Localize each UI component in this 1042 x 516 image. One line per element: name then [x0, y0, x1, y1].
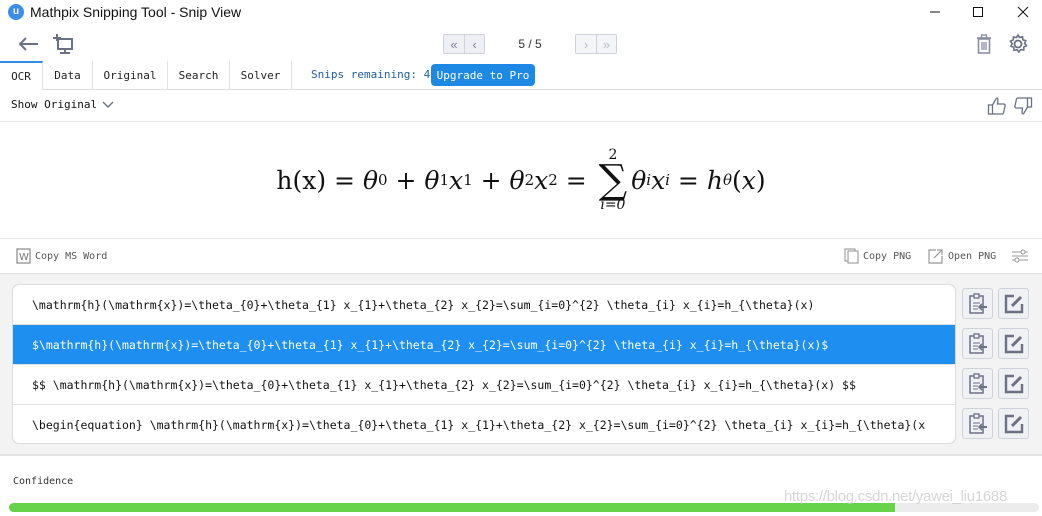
copy-latex-button[interactable] — [962, 368, 993, 399]
edit-icon — [1004, 294, 1023, 313]
tab-solver[interactable]: Solver — [230, 61, 292, 90]
sliders-icon — [1012, 249, 1028, 263]
show-original-label: Show Original — [11, 98, 98, 111]
page-indicator: 5 / 5 — [518, 37, 542, 51]
row-actions — [962, 288, 1029, 319]
copy-latex-button[interactable] — [962, 408, 993, 439]
edit-latex-button[interactable] — [998, 408, 1029, 439]
copy-latex-button[interactable] — [962, 288, 993, 319]
maximize-button[interactable] — [955, 0, 1001, 24]
upgrade-to-pro-button[interactable]: Upgrade to Pro — [431, 64, 535, 86]
latex-row-display[interactable]: $$ \mathrm{h}(\mathrm{x})=\theta_{0}+\th… — [13, 365, 955, 405]
clipboard-icon — [968, 372, 987, 394]
delete-button[interactable] — [974, 33, 994, 55]
word-doc-icon: W — [16, 248, 31, 264]
confidence-bar-fill — [9, 503, 895, 512]
copy-actions-bar: W Copy MS Word Copy PNG Open PNG — [0, 239, 1042, 273]
edit-icon — [1004, 414, 1023, 433]
theta-symbol: θ — [362, 165, 379, 195]
theta-symbol: θ — [509, 165, 525, 195]
chevron-down-icon — [102, 101, 114, 108]
trash-icon — [977, 34, 991, 54]
gear-icon — [1009, 34, 1028, 53]
theta-symbol: θ — [424, 165, 440, 195]
clipboard-icon — [968, 332, 987, 354]
new-snip-button[interactable] — [51, 32, 75, 56]
formula-lhs: h(x) = — [276, 165, 355, 195]
edit-latex-button[interactable] — [998, 288, 1029, 319]
edit-latex-button[interactable] — [998, 328, 1029, 359]
close-button[interactable] — [1000, 0, 1042, 24]
pager-back-group: « ‹ — [443, 34, 485, 54]
edit-icon — [1004, 374, 1023, 393]
latex-row-equation[interactable]: \begin{equation} \mathrm{h}(\mathrm{x})=… — [13, 405, 955, 443]
edit-latex-button[interactable] — [998, 368, 1029, 399]
back-button[interactable] — [16, 34, 40, 54]
minimize-icon — [930, 11, 940, 13]
settings-button[interactable] — [1006, 32, 1030, 56]
thumbs-down-icon — [1014, 97, 1033, 115]
window-title: Mathpix Snipping Tool - Snip View — [30, 4, 242, 20]
copy-ms-word-label: Copy MS Word — [35, 250, 108, 262]
minimize-button[interactable] — [912, 0, 958, 24]
clipboard-icon — [968, 412, 987, 434]
copy-png-button[interactable]: Copy PNG — [844, 248, 911, 264]
row-actions — [962, 368, 1029, 399]
copy-png-label: Copy PNG — [863, 250, 912, 262]
thumbs-up-button[interactable] — [987, 96, 1007, 121]
sum-lower-limit: i=0 — [600, 197, 626, 213]
external-link-icon — [928, 249, 943, 264]
screen-snip-icon — [53, 34, 73, 54]
next-snip-button[interactable]: › — [576, 35, 596, 53]
theta-symbol: θ — [722, 171, 732, 189]
mathpix-logo-icon: u — [8, 4, 24, 20]
snip-pager: « ‹ 5 / 5 › » — [443, 34, 617, 54]
row-actions — [962, 328, 1029, 359]
summation: 2 ∑ i=0 — [599, 148, 628, 212]
latex-row-inline[interactable]: $\mathrm{h}(\mathrm{x})=\theta_{0}+\thet… — [13, 325, 955, 365]
svg-text:W: W — [19, 252, 29, 263]
first-snip-button[interactable]: « — [444, 35, 464, 53]
show-original-toggle[interactable]: Show Original — [11, 98, 114, 111]
tab-data[interactable]: Data — [43, 61, 93, 90]
latex-format-list: \mathrm{h}(\mathrm{x})=\theta_{0}+\theta… — [12, 284, 956, 444]
sigma-symbol: ∑ — [598, 157, 628, 203]
pager-forward-group: › » — [575, 34, 617, 54]
theta-symbol: θ — [631, 165, 647, 195]
open-png-label: Open PNG — [948, 250, 997, 262]
row-actions — [962, 408, 1029, 439]
arrow-left-icon — [18, 37, 38, 51]
tab-ocr[interactable]: OCR — [0, 61, 43, 90]
previous-snip-button[interactable]: ‹ — [464, 35, 484, 53]
clipboard-icon — [968, 292, 987, 314]
close-icon — [1017, 6, 1029, 18]
edit-icon — [1004, 334, 1023, 353]
title-bar: u Mathpix Snipping Tool - Snip View — [0, 0, 1042, 24]
last-snip-button[interactable]: » — [596, 35, 616, 53]
maximize-icon — [973, 7, 983, 17]
thumbs-down-button[interactable] — [1013, 96, 1033, 121]
snips-remaining: Snips remaining: 45 — [311, 68, 437, 81]
watermark: https://blog.csdn.net/yawei_liu1688 — [784, 488, 1007, 505]
open-png-button[interactable]: Open PNG — [928, 248, 996, 264]
display-settings-button[interactable] — [1011, 248, 1029, 264]
copy-icon — [844, 248, 859, 264]
latex-row-plain[interactable]: \mathrm{h}(\mathrm{x})=\theta_{0}+\theta… — [13, 285, 955, 325]
confidence-label: Confidence — [13, 476, 74, 487]
copy-latex-button[interactable] — [962, 328, 993, 359]
thumbs-up-icon — [987, 97, 1006, 115]
rendered-formula: h(x) = θ0 + θ1x1 + θ2x2 = 2 ∑ i=0 θixi =… — [276, 147, 766, 213]
tab-original[interactable]: Original — [93, 61, 168, 90]
copy-ms-word-button[interactable]: W Copy MS Word — [16, 248, 107, 264]
tab-search[interactable]: Search — [168, 61, 230, 90]
